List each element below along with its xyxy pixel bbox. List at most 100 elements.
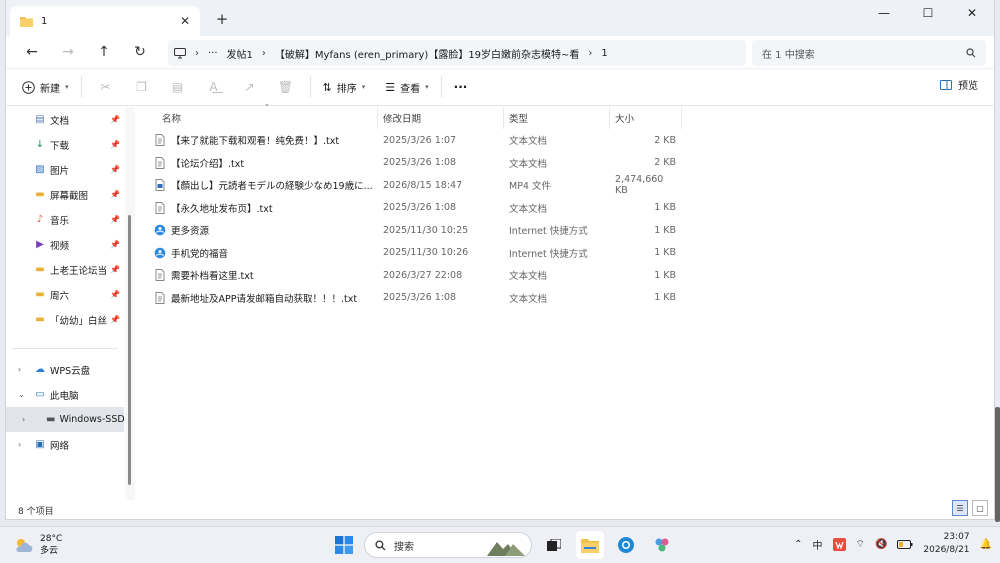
new-tab-button[interactable]: +	[210, 8, 234, 30]
copy-icon[interactable]: ❐	[124, 72, 160, 102]
file-name-cell[interactable]: 【永久地址发布页】.txt	[136, 201, 378, 215]
battery-icon[interactable]	[897, 539, 913, 549]
breadcrumb-item[interactable]: 【破解】Myfans (eren_primary)【露脸】19岁白嫩前杂志模特~…	[275, 46, 580, 61]
back-button[interactable]: ←	[14, 38, 50, 66]
file-row[interactable]: 最新地址及APP请发邮箱自动获取！！！.txt 2025/3/26 1:08 文本文…	[136, 287, 994, 310]
clock[interactable]: 23:07 2026/8/21	[923, 531, 969, 557]
pin-icon[interactable]: 📌	[110, 290, 120, 299]
pin-icon[interactable]: 📌	[110, 165, 120, 174]
file-name-cell[interactable]: 需要补档看这里.txt	[136, 268, 378, 282]
file-name-cell[interactable]: 【顔出し】元読者モデルの経験少なめ19歳に...	[136, 178, 378, 192]
task-view-icon[interactable]	[540, 531, 568, 559]
breadcrumb-ellipsis[interactable]: ···	[208, 48, 218, 59]
expand-chevron-icon[interactable]: ›	[18, 365, 21, 374]
folder-icon: ▬	[35, 314, 45, 325]
column-header-type[interactable]: 类型	[504, 107, 610, 129]
more-options-button[interactable]: ···	[448, 72, 474, 102]
tab-current[interactable]: 1 ✕	[10, 6, 200, 36]
share-icon[interactable]: ↗	[232, 72, 268, 102]
sidebar-tree-item[interactable]: › ☁ WPS云盘	[6, 357, 124, 382]
file-size: 1 KB	[654, 269, 676, 281]
file-row[interactable]: 更多资源 2025/11/30 10:25 Internet 快捷方式 1 KB	[136, 219, 994, 242]
breadcrumb-item[interactable]: 发帖1	[227, 46, 253, 61]
sidebar-item[interactable]: ↓ 下载 📌	[6, 132, 124, 157]
search-input[interactable]: 在 1 中搜索	[752, 40, 986, 66]
app-taskbar-icon[interactable]	[648, 531, 676, 559]
pin-icon[interactable]: 📌	[110, 240, 120, 249]
sidebar-item[interactable]: ▬ 周六 📌	[6, 282, 124, 307]
file-row[interactable]: 【来了就能下载和观看！纯免费！】.txt 2025/3/26 1:07 文本文档 2 …	[136, 129, 994, 152]
pin-icon[interactable]: 📌	[110, 190, 120, 199]
file-row[interactable]: 手机党的福音 2025/11/30 10:26 Internet 快捷方式 1 KB	[136, 242, 994, 265]
wifi-icon[interactable]: ⌔	[856, 538, 865, 551]
volume-mute-icon[interactable]: 🔇	[875, 539, 887, 550]
close-window-button[interactable]: ✕	[950, 0, 994, 26]
file-row[interactable]: 需要补档看这里.txt 2026/3/27 22:08 文本文档 1 KB	[136, 264, 994, 287]
sidebar-tree-item[interactable]: › ▣ 网络	[6, 432, 124, 457]
maximize-button[interactable]: ☐	[906, 0, 950, 26]
weather-widget[interactable]: 28°C 多云	[14, 533, 62, 557]
paste-icon[interactable]: ▤	[160, 72, 196, 102]
sidebar-scrollbar[interactable]	[125, 107, 135, 500]
file-row[interactable]: 【顔出し】元読者モデルの経験少なめ19歳に... 2026/8/15 18:47 M…	[136, 174, 994, 197]
sidebar-item[interactable]: ▬ 「幼幼」白丝 📌	[6, 307, 124, 332]
sidebar-item-label: 文档	[50, 115, 70, 127]
up-button[interactable]: ↑	[86, 38, 122, 66]
file-name-cell[interactable]: 【来了就能下载和观看！纯免费！】.txt	[136, 133, 378, 147]
file-name-cell[interactable]: 手机党的福音	[136, 246, 378, 260]
notification-icon[interactable]: 🔔	[980, 539, 992, 550]
file-row[interactable]: 【永久地址发布页】.txt 2025/3/26 1:08 文本文档 1 KB	[136, 197, 994, 220]
file-row[interactable]: 【论坛介绍】.txt 2025/3/26 1:08 文本文档 2 KB	[136, 152, 994, 175]
address-bar[interactable]: › ··· 发帖1 › 【破解】Myfans (eren_primary)【露脸…	[168, 40, 746, 66]
refresh-button[interactable]: ↻	[122, 38, 158, 66]
folder-icon: ▬	[35, 289, 45, 300]
sidebar-item[interactable]: ▬ 上老王论坛当 📌	[6, 257, 124, 282]
sidebar-item[interactable]: ▶ 视频 📌	[6, 232, 124, 257]
file-name: 最新地址及APP请发邮箱自动获取！！！.txt	[171, 293, 358, 305]
expand-chevron-icon[interactable]: ⌄	[18, 390, 25, 399]
sidebar-tree-item[interactable]: › ▬ Windows-SSD	[6, 407, 124, 432]
tiles-view-icon[interactable]: ▢	[972, 500, 988, 516]
view-button[interactable]: ☰ 查看 ▾	[379, 72, 434, 102]
sidebar-item[interactable]: ▬ 屏幕截图 📌	[6, 182, 124, 207]
file-explorer-taskbar-icon[interactable]	[576, 531, 604, 559]
file-name-cell[interactable]: 更多资源	[136, 223, 378, 237]
sidebar-item-label: 网络	[50, 440, 70, 452]
outer-scrollbar[interactable]	[995, 407, 1000, 522]
wps-icon[interactable]	[832, 537, 846, 551]
file-size: 1 KB	[654, 224, 676, 236]
delete-icon[interactable]: 🗑	[268, 72, 304, 102]
forward-button[interactable]: →	[50, 38, 86, 66]
file-name-cell[interactable]: 【论坛介绍】.txt	[136, 156, 378, 170]
start-button[interactable]	[332, 532, 356, 558]
sidebar-item[interactable]: ♪ 音乐 📌	[6, 207, 124, 232]
cut-icon[interactable]: ✂	[88, 72, 124, 102]
pin-icon[interactable]: 📌	[110, 115, 120, 124]
chevron-up-icon[interactable]: ⌃	[794, 539, 802, 550]
close-tab-icon[interactable]: ✕	[180, 14, 190, 28]
sidebar-item[interactable]: ▤ 文档 📌	[6, 107, 124, 132]
preview-pane-button[interactable]: 预览	[940, 77, 978, 92]
pin-icon[interactable]: 📌	[110, 315, 120, 324]
pin-icon[interactable]: 📌	[110, 215, 120, 224]
column-header-date[interactable]: 修改日期	[378, 107, 504, 129]
browser-taskbar-icon[interactable]	[612, 531, 640, 559]
column-header-name[interactable]: 名称	[136, 107, 378, 129]
scrollbar-thumb[interactable]	[128, 215, 131, 485]
expand-chevron-icon[interactable]: ›	[18, 440, 21, 449]
sidebar-item[interactable]: ▨ 图片 📌	[6, 157, 124, 182]
rename-icon[interactable]: A͟	[196, 72, 232, 102]
pin-icon[interactable]: 📌	[110, 140, 120, 149]
breadcrumb-item[interactable]: 1	[601, 48, 607, 59]
column-header-size[interactable]: 大小	[610, 107, 682, 129]
sort-button[interactable]: ⇅ 排序 ▾	[317, 72, 372, 102]
sidebar-tree-item[interactable]: ⌄ ▭ 此电脑	[6, 382, 124, 407]
ime-indicator[interactable]: 中	[813, 537, 823, 552]
taskbar-search[interactable]: 搜索	[364, 532, 532, 558]
expand-chevron-icon[interactable]: ›	[22, 415, 25, 424]
details-view-icon[interactable]: ☰	[952, 500, 968, 516]
file-name-cell[interactable]: 最新地址及APP请发邮箱自动获取！！！.txt	[136, 291, 378, 305]
new-button[interactable]: 新建 ▾	[16, 72, 75, 102]
pin-icon[interactable]: 📌	[110, 265, 120, 274]
minimize-button[interactable]: —	[862, 0, 906, 26]
